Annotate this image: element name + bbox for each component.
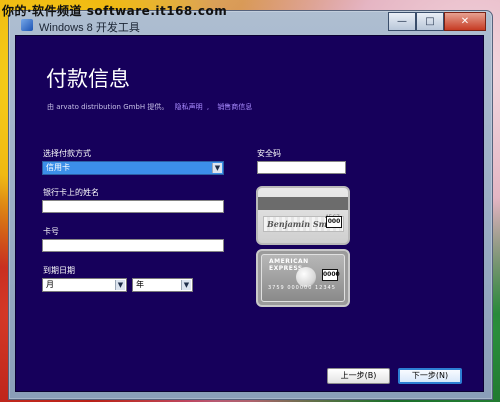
expiry-year-dropdown[interactable]: 年 ▼	[132, 278, 193, 292]
amex-card-face: AMERICAN EXPRESS 0000 3759 000000 12345	[261, 254, 345, 302]
provider-info: 由 arvato distribution GmbH 提供。 隐私声明 , 销售…	[47, 102, 252, 112]
app-icon	[21, 19, 33, 31]
security-code-label: 安全码	[257, 149, 281, 158]
installer-window: Windows 8 开发工具 — □ ✕ 付款信息 由 arvato distr…	[8, 10, 493, 400]
card-front-number: 3759 000000 12345	[268, 285, 336, 291]
expiry-month-dropdown[interactable]: 月 ▼	[42, 278, 127, 292]
chevron-down-icon[interactable]: ▼	[181, 280, 191, 290]
expiry-month-value: 月	[46, 280, 54, 289]
next-button[interactable]: 下一步(N)	[398, 368, 462, 384]
expiry-year-value: 年	[136, 280, 144, 289]
privacy-link[interactable]: 隐私声明	[175, 103, 203, 111]
card-back-image: 4567 Benjamin Smith 000	[256, 186, 350, 245]
card-number-input[interactable]	[42, 239, 224, 252]
card-front-image: AMERICAN EXPRESS 0000 3759 000000 12345	[256, 249, 350, 307]
previous-button[interactable]: 上一步(B)	[327, 368, 390, 384]
link-separator: ,	[206, 103, 210, 111]
security-code-input[interactable]	[257, 161, 346, 174]
card-back-cvv-highlight: 000	[326, 216, 342, 228]
chevron-down-icon[interactable]: ▼	[115, 280, 125, 290]
card-number-label: 卡号	[43, 227, 59, 236]
payment-method-dropdown[interactable]: 信用卡 ▼	[42, 161, 224, 175]
sales-info-link[interactable]: 销售商信息	[217, 103, 252, 111]
minimize-button[interactable]: —	[388, 12, 416, 31]
centurion-emblem	[296, 267, 316, 287]
watermark-text: 你的·软件频道 software.it168.com	[2, 4, 228, 18]
window-title: Windows 8 开发工具	[39, 22, 140, 34]
chevron-down-icon[interactable]: ▼	[212, 163, 222, 173]
payment-method-value: 信用卡	[46, 163, 70, 172]
magnetic-stripe	[258, 197, 348, 210]
payment-method-label: 选择付款方式	[43, 149, 91, 158]
payment-dialog: 付款信息 由 arvato distribution GmbH 提供。 隐私声明…	[15, 35, 484, 392]
card-front-cvv-highlight: 0000	[322, 269, 340, 281]
expiry-label: 到期日期	[43, 266, 75, 275]
window-controls: — □ ✕	[388, 12, 486, 31]
close-button[interactable]: ✕	[444, 12, 486, 31]
page-title: 付款信息	[46, 67, 130, 91]
maximize-button[interactable]: □	[416, 12, 444, 31]
cardholder-name-input[interactable]	[42, 200, 224, 213]
provider-text: 由 arvato distribution GmbH 提供。	[47, 103, 169, 111]
cardholder-name-label: 银行卡上的姓名	[43, 188, 99, 197]
